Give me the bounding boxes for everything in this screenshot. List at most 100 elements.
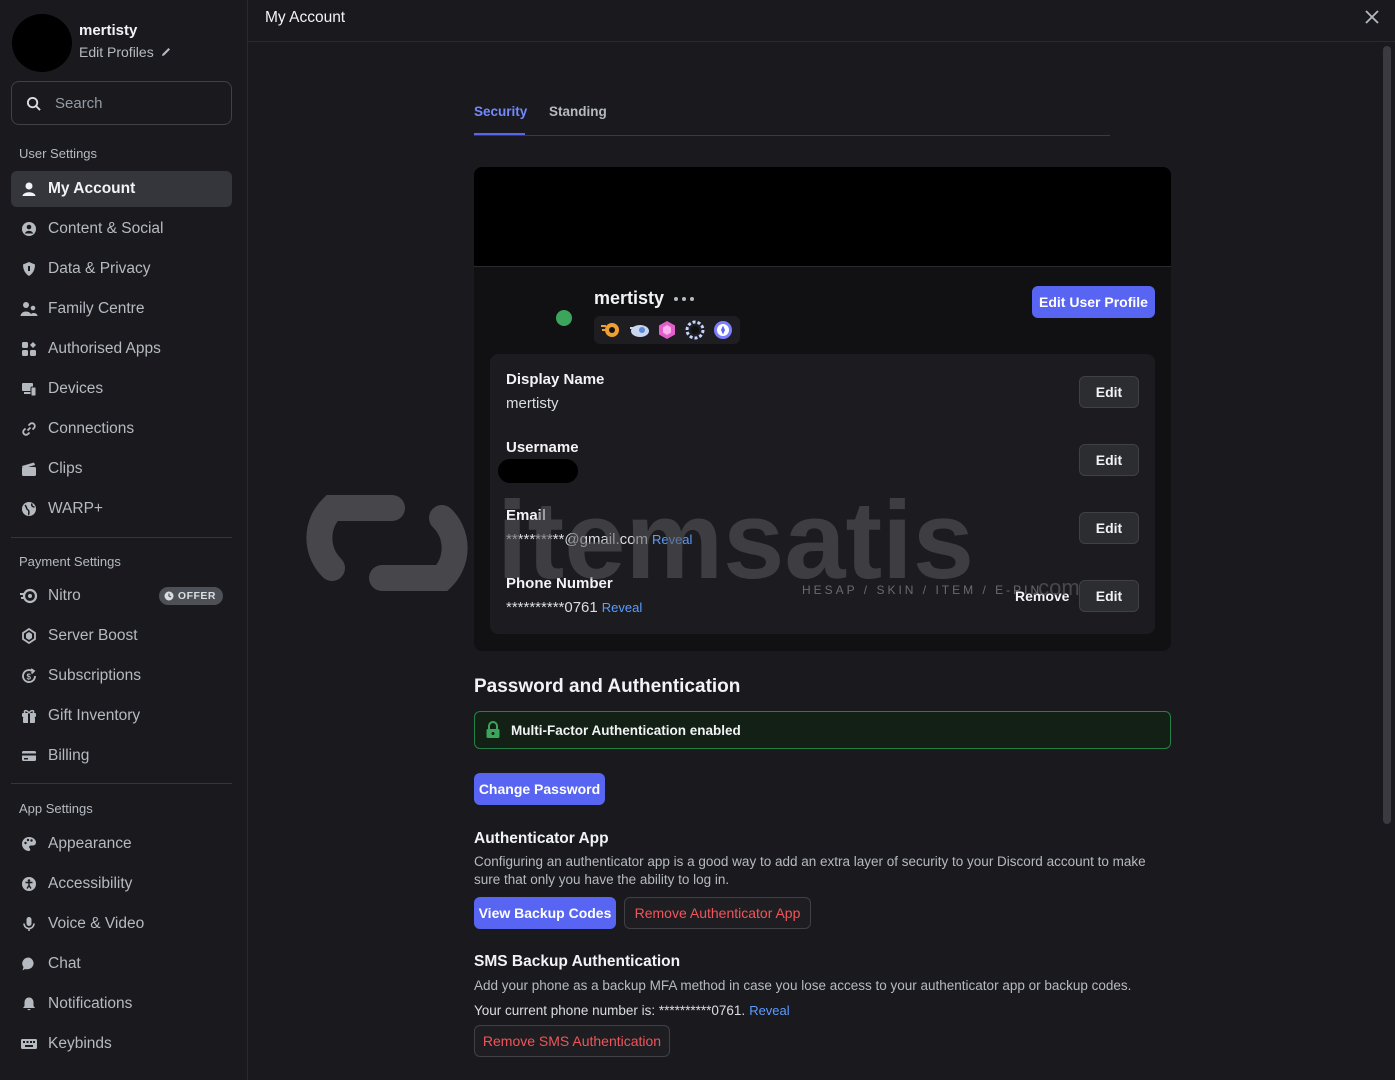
sidebar-item-subscriptions[interactable]: $ Subscriptions [11, 658, 232, 694]
sidebar-item-label: Nitro [48, 587, 81, 604]
profile-header[interactable]: mertisty Edit Profiles [12, 14, 236, 72]
username-label: Username [506, 439, 579, 456]
apps-icon [20, 340, 38, 358]
sidebar-item-label: Authorised Apps [48, 340, 161, 357]
chat-bubble-icon [20, 955, 38, 973]
card-username-text: mertisty [594, 288, 665, 308]
sms-backup-heading: SMS Backup Authentication [474, 953, 681, 970]
sidebar-item-label: Content & Social [48, 220, 164, 237]
gift-icon [20, 707, 38, 725]
sidebar-divider [11, 783, 232, 784]
phone-value: **********0761 [506, 599, 598, 616]
sidebar-item-label: Clips [48, 460, 83, 477]
more-options-icon[interactable] [673, 296, 695, 302]
scrollbar[interactable] [1383, 46, 1391, 824]
view-backup-codes-button[interactable]: View Backup Codes [474, 897, 616, 929]
sidebar-item-warp[interactable]: WARP+ [11, 491, 232, 527]
hypesquad-badge-icon[interactable] [684, 319, 706, 341]
email-value-row: **********@gmail.com Reveal [506, 531, 692, 548]
nitro-badge-icon[interactable] [628, 319, 650, 341]
close-icon[interactable] [1363, 8, 1381, 26]
profile-badges [594, 316, 740, 344]
sidebar-item-devices[interactable]: Devices [11, 371, 232, 407]
svg-text:$: $ [27, 673, 32, 682]
active-tab-indicator [474, 133, 525, 135]
clock-icon [164, 591, 174, 601]
sidebar-item-label: Voice & Video [48, 915, 145, 932]
sidebar-item-label: Accessibility [48, 875, 133, 892]
edit-username-button[interactable]: Edit [1079, 444, 1139, 476]
display-name-label: Display Name [506, 371, 605, 388]
sidebar-item-label: Chat [48, 955, 81, 972]
account-fields-panel: Display Name mertisty Edit Username Edit… [490, 354, 1155, 634]
sidebar-item-accessibility[interactable]: Accessibility [11, 866, 232, 902]
family-icon [20, 300, 38, 318]
sms-phone-line: Your current phone number is: **********… [474, 1003, 790, 1018]
edit-user-profile-button[interactable]: Edit User Profile [1032, 286, 1155, 318]
authenticator-app-heading: Authenticator App [474, 830, 609, 847]
online-status-indicator [556, 310, 572, 326]
sidebar-item-keybinds[interactable]: Keybinds [11, 1026, 232, 1062]
edit-email-button[interactable]: Edit [1079, 512, 1139, 544]
sidebar-item-authorised-apps[interactable]: Authorised Apps [11, 331, 232, 367]
sidebar-item-billing[interactable]: Billing [11, 738, 232, 774]
quest-badge-icon[interactable] [600, 319, 622, 341]
sidebar-item-label: Devices [48, 380, 104, 397]
sidebar-item-server-boost[interactable]: Server Boost [11, 618, 232, 654]
app-settings-label: App Settings [19, 801, 93, 816]
sidebar-item-nitro[interactable]: Nitro OFFER [11, 578, 232, 614]
email-reveal-link[interactable]: Reveal [652, 532, 692, 547]
sms-reveal-link[interactable]: Reveal [749, 1003, 789, 1018]
sidebar-item-label: WARP+ [48, 500, 103, 517]
tab-standing[interactable]: Standing [549, 104, 607, 119]
sidebar-item-label: Appearance [48, 835, 132, 852]
sidebar-item-gift-inventory[interactable]: Gift Inventory [11, 698, 232, 734]
sidebar-item-appearance[interactable]: Appearance [11, 826, 232, 862]
phone-reveal-link[interactable]: Reveal [602, 600, 642, 615]
sidebar-item-label: Data & Privacy [48, 260, 151, 277]
link-icon [20, 420, 38, 438]
keyboard-icon [20, 1035, 38, 1053]
bell-icon [20, 995, 38, 1013]
sms-phone-text: Your current phone number is: **********… [474, 1003, 746, 1018]
edit-display-name-button[interactable]: Edit [1079, 376, 1139, 408]
sidebar-item-label: My Account [48, 180, 136, 197]
remove-authenticator-button[interactable]: Remove Authenticator App [624, 897, 811, 929]
edit-profiles-link[interactable]: Edit Profiles [79, 44, 172, 60]
phone-label: Phone Number [506, 575, 613, 592]
active-developer-badge-icon[interactable] [712, 319, 734, 341]
avatar[interactable] [12, 14, 72, 72]
sidebar-item-notifications[interactable]: Notifications [11, 986, 232, 1022]
card-username: mertisty [594, 288, 695, 309]
remove-phone-link[interactable]: Remove [1015, 588, 1069, 604]
account-tabs: Security Standing [474, 100, 1110, 136]
edit-profiles-label: Edit Profiles [79, 44, 154, 60]
sidebar-item-content-social[interactable]: Content & Social [11, 211, 232, 247]
mic-icon [20, 915, 38, 933]
sidebar-item-voice-video[interactable]: Voice & Video [11, 906, 232, 942]
sidebar-item-clips[interactable]: Clips [11, 451, 232, 487]
edit-phone-button[interactable]: Edit [1079, 580, 1139, 612]
sms-backup-description: Add your phone as a backup MFA method in… [474, 978, 1132, 993]
app-window: mertisty Edit Profiles Search User Setti… [0, 0, 1395, 1080]
sidebar-item-my-account[interactable]: My Account [11, 171, 232, 207]
sidebar-item-connections[interactable]: Connections [11, 411, 232, 447]
boost-icon [20, 627, 38, 645]
change-password-button[interactable]: Change Password [474, 773, 605, 805]
remove-sms-button[interactable]: Remove SMS Authentication [474, 1025, 670, 1057]
sidebar-item-chat[interactable]: Chat [11, 946, 232, 982]
shield-icon [20, 260, 38, 278]
sidebar-item-data-privacy[interactable]: Data & Privacy [11, 251, 232, 287]
boost-badge-icon[interactable] [656, 319, 678, 341]
sidebar-item-label: Billing [48, 747, 90, 764]
tab-security[interactable]: Security [474, 104, 527, 119]
sidebar-item-label: Connections [48, 420, 135, 437]
watermark-logo-icon [306, 495, 468, 591]
sidebar-item-family-centre[interactable]: Family Centre [11, 291, 232, 327]
search-input[interactable]: Search [11, 81, 232, 125]
search-placeholder: Search [55, 94, 103, 112]
pencil-icon [161, 48, 170, 56]
email-value: **********@gmail.com [506, 531, 648, 548]
sidebar-item-label: Server Boost [48, 627, 138, 644]
sidebar-item-label: Family Centre [48, 300, 145, 317]
